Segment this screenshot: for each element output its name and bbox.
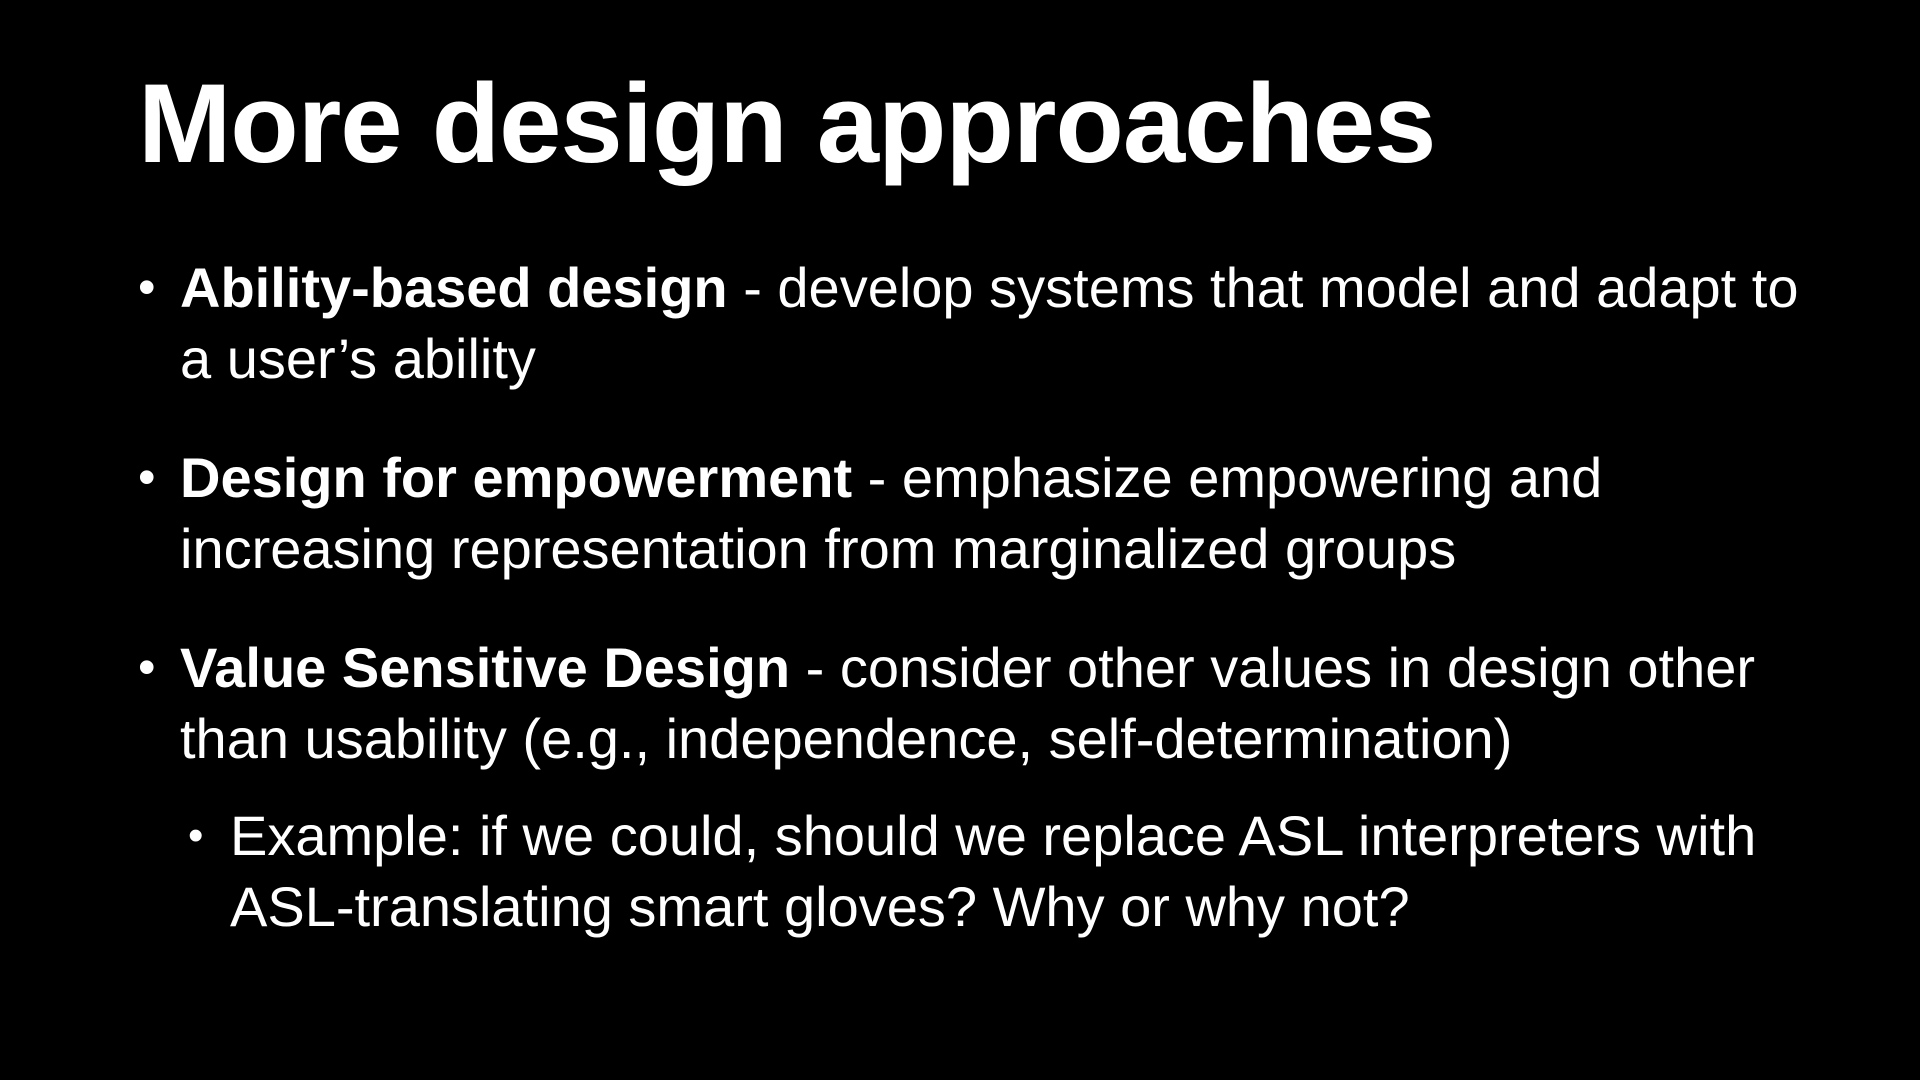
bullet-dot-icon: • [138,639,156,695]
sub-bullet-dot-icon: • [188,811,204,860]
bullet-ability-based-design: • Ability-based design - develop systems… [138,252,1818,394]
bullet-dot-icon: • [138,259,156,315]
sub-bullet-example: • Example: if we could, should we replac… [188,800,1818,942]
bullet-value-sensitive-design: • Value Sensitive Design - consider othe… [138,632,1818,774]
slide: More design approaches • Ability-based d… [0,0,1920,1080]
sub-bullet-text: Example: if we could, should we replace … [230,804,1757,938]
bullet-design-for-empowerment: • Design for empowerment - emphasize emp… [138,442,1818,584]
slide-title: More design approaches [138,61,1436,186]
bullet-dot-icon: • [138,449,156,505]
bullet-list: • Ability-based design - develop systems… [138,252,1818,942]
bullet-term: Value Sensitive Design [180,636,791,699]
bullet-term: Design for empowerment [180,446,853,509]
bullet-term: Ability-based design [180,256,728,319]
